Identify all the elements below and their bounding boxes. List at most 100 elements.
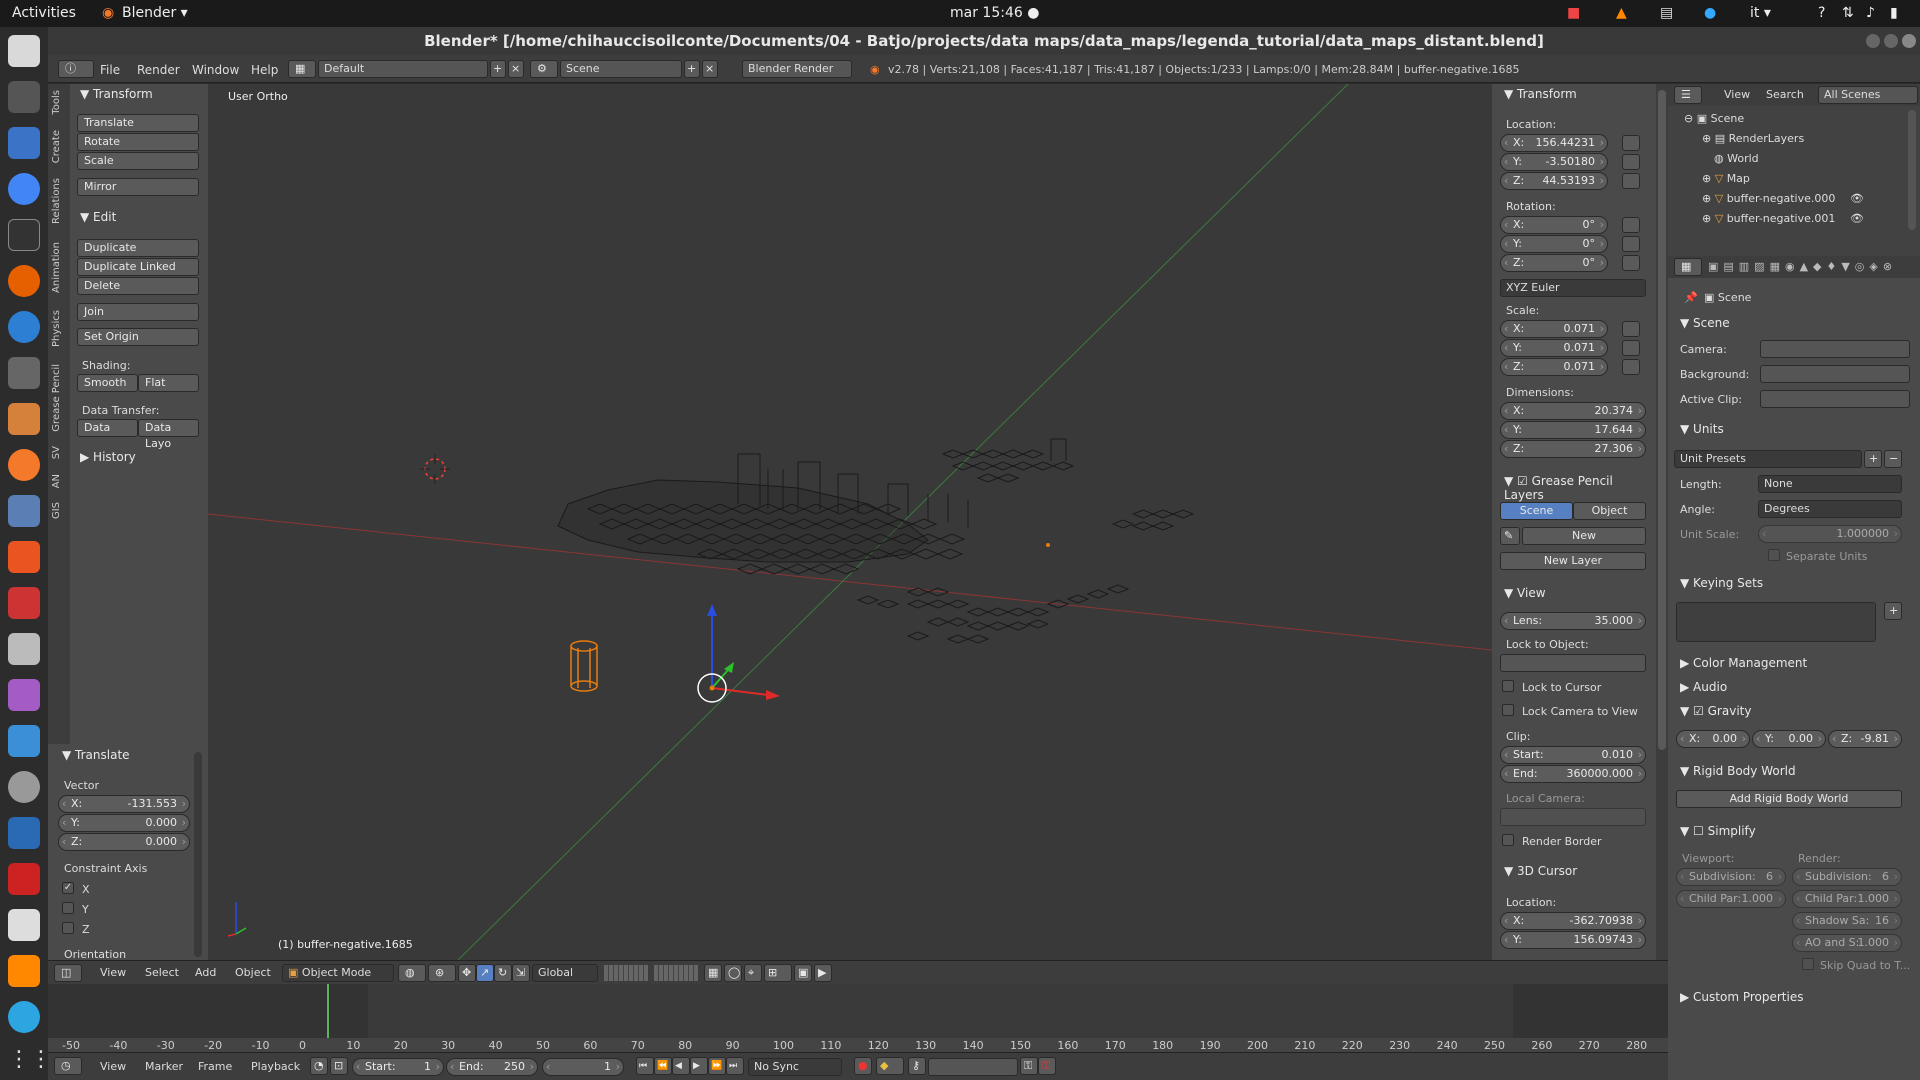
dimension-y-field[interactable]: Y: 17.644: [1500, 421, 1646, 439]
language-selector[interactable]: it ▾: [1750, 5, 1771, 21]
remove-preset-icon[interactable]: −: [1884, 450, 1902, 468]
keyframe-type-icon[interactable]: ⚷: [908, 1057, 926, 1075]
keying-icon[interactable]: ◆: [876, 1057, 904, 1075]
maximize-button[interactable]: [1884, 34, 1898, 48]
rotation-mode-select[interactable]: XYZ Euler: [1500, 279, 1646, 297]
vector-y-field[interactable]: Y: 0.000: [58, 814, 190, 832]
rotation-x-field[interactable]: X: 0°: [1500, 216, 1608, 234]
3d-cursor-header[interactable]: ▼ 3D Cursor: [1504, 864, 1577, 878]
location-y-field[interactable]: Y: -3.50180: [1500, 153, 1608, 171]
lock-to-cursor-checkbox[interactable]: [1502, 680, 1514, 692]
screenshot-icon[interactable]: [8, 633, 40, 665]
telegram-icon[interactable]: ●: [1704, 5, 1716, 21]
blender-icon[interactable]: [8, 449, 40, 481]
color-management-header[interactable]: ▶ Color Management: [1680, 656, 1807, 670]
3d-cursor[interactable]: [420, 454, 450, 484]
viewport-menu-select[interactable]: Select: [145, 966, 179, 979]
active-keying-set-field[interactable]: [928, 1058, 1018, 1076]
scene-icon[interactable]: ⚙: [530, 60, 558, 78]
outliner-item-renderlayers[interactable]: ⊕ ▤ RenderLayers: [1702, 132, 1804, 145]
clip-start-field[interactable]: Start: 0.010: [1500, 746, 1646, 764]
translate-button[interactable]: Translate: [77, 114, 199, 132]
render-engine-select[interactable]: Blender Render: [742, 60, 852, 78]
tab-create[interactable]: Create: [51, 130, 62, 163]
clipboard-icon[interactable]: ▤: [1660, 5, 1673, 21]
add-keying-set-icon[interactable]: +: [1884, 602, 1902, 620]
scale-z-field[interactable]: Z: 0.071: [1500, 358, 1608, 376]
writer-icon[interactable]: [8, 127, 40, 159]
opengl-anim-icon[interactable]: ▶: [814, 964, 832, 982]
join-button[interactable]: Join: [77, 303, 199, 321]
outliner-item-buffer-001[interactable]: ⊕ ▽ buffer-negative.001: [1702, 212, 1835, 225]
local-camera-field[interactable]: [1500, 808, 1646, 826]
scribus-icon[interactable]: [8, 403, 40, 435]
custom-properties-header[interactable]: ▶ Custom Properties: [1680, 990, 1803, 1004]
lock-object-field[interactable]: [1500, 654, 1646, 672]
lock-location-y-icon[interactable]: [1622, 154, 1640, 170]
outliner-view-menu[interactable]: View: [1724, 88, 1750, 101]
tab-sv[interactable]: SV: [51, 446, 62, 459]
location-x-field[interactable]: X: 156.44231: [1500, 134, 1608, 152]
add-rigid-body-world-button[interactable]: Add Rigid Body World: [1676, 790, 1902, 808]
data-transfer-button[interactable]: Data: [77, 419, 138, 437]
simplify-header[interactable]: ▼ ☐ Simplify: [1680, 824, 1756, 838]
outliner-search-menu[interactable]: Search: [1766, 88, 1804, 101]
layout-icon[interactable]: ▦: [288, 60, 316, 78]
clock[interactable]: mar 15:46 ●: [950, 5, 1039, 21]
smooth-button[interactable]: Smooth: [77, 374, 138, 392]
qgis-icon[interactable]: [8, 311, 40, 343]
pivot-point-icon[interactable]: ⊛: [428, 964, 456, 982]
ao-sss-field[interactable]: AO and S:1.000: [1792, 934, 1902, 952]
constraint-y-checkbox[interactable]: [62, 902, 74, 914]
shadow-samples-field[interactable]: Shadow Sa: 16: [1792, 912, 1902, 930]
viewport-menu-add[interactable]: Add: [195, 966, 216, 979]
tab-relations[interactable]: Relations: [51, 178, 62, 224]
layers-grid-b[interactable]: [654, 965, 698, 981]
n-transform-header[interactable]: ▼ Transform: [1504, 87, 1577, 101]
terminal-icon[interactable]: [8, 219, 40, 251]
rigid-body-world-header[interactable]: ▼ Rigid Body World: [1680, 764, 1796, 778]
delete-keyframe-icon[interactable]: ⚿: [1038, 1057, 1056, 1075]
tab-gis[interactable]: GIS: [51, 502, 62, 519]
properties-shelf-scrollbar[interactable]: [1656, 84, 1668, 960]
context-tabs-icons[interactable]: ▣▤▥▨▦◉▲◆♦▼◎◈⊗: [1708, 260, 1897, 273]
outliner-item-buffer-000[interactable]: ⊕ ▽ buffer-negative.000: [1702, 192, 1835, 205]
visibility-eye-icon[interactable]: 👁: [1850, 192, 1864, 205]
camera-field[interactable]: [1760, 340, 1910, 358]
history-panel-header[interactable]: ▶ History: [80, 450, 136, 464]
units-panel-header[interactable]: ▼ Units: [1680, 422, 1724, 436]
network-icon[interactable]: ⇅: [1842, 5, 1854, 21]
context-pin-icon[interactable]: 📌: [1684, 291, 1698, 304]
tab-physics[interactable]: Physics: [51, 310, 62, 347]
vscode-icon[interactable]: [8, 725, 40, 757]
record-icon[interactable]: ●: [854, 1057, 872, 1075]
volume-icon[interactable]: ♪: [1866, 5, 1875, 21]
play-reverse-icon[interactable]: ◀: [672, 1057, 690, 1075]
apps-grid-icon[interactable]: ⋮⋮: [8, 1047, 52, 1079]
current-frame-field[interactable]: 1: [542, 1058, 624, 1076]
insert-keyframe-icon[interactable]: ⚿: [1020, 1057, 1038, 1075]
lock-scale-y-icon[interactable]: [1622, 340, 1640, 356]
redo-scrollbar[interactable]: [194, 752, 202, 957]
gp-object-toggle[interactable]: Object: [1573, 502, 1646, 520]
transform-manipulator[interactable]: [697, 604, 780, 703]
close-button[interactable]: [1902, 34, 1916, 48]
angle-select[interactable]: Degrees: [1758, 500, 1902, 518]
translate-manipulator-icon[interactable]: ↗: [476, 964, 494, 982]
transform-panel-header[interactable]: ▼ Transform: [80, 87, 153, 101]
lens-field[interactable]: Lens: 35.000: [1500, 612, 1646, 630]
battery-icon[interactable]: ▮: [1890, 5, 1898, 21]
outliner-filter-select[interactable]: All Scenes: [1818, 86, 1918, 104]
opengl-render-icon[interactable]: ▣: [794, 964, 812, 982]
proportional-edit-icon[interactable]: ◯: [724, 964, 742, 982]
gravity-x-field[interactable]: X: 0.00: [1676, 730, 1750, 748]
lock-rotation-x-icon[interactable]: [1622, 217, 1640, 233]
layer-lock-icon[interactable]: ▦: [704, 964, 722, 982]
recorder-icon[interactable]: ■: [1567, 5, 1580, 21]
remove-layout-icon[interactable]: ×: [508, 60, 524, 78]
cursor-y-field[interactable]: Y: 156.09743: [1500, 931, 1646, 949]
viewport-menu-object[interactable]: Object: [235, 966, 271, 979]
end-frame-field[interactable]: End: 250: [446, 1058, 538, 1076]
outliner-editor-icon[interactable]: ☰: [1674, 86, 1702, 104]
firefox-icon[interactable]: [8, 265, 40, 297]
